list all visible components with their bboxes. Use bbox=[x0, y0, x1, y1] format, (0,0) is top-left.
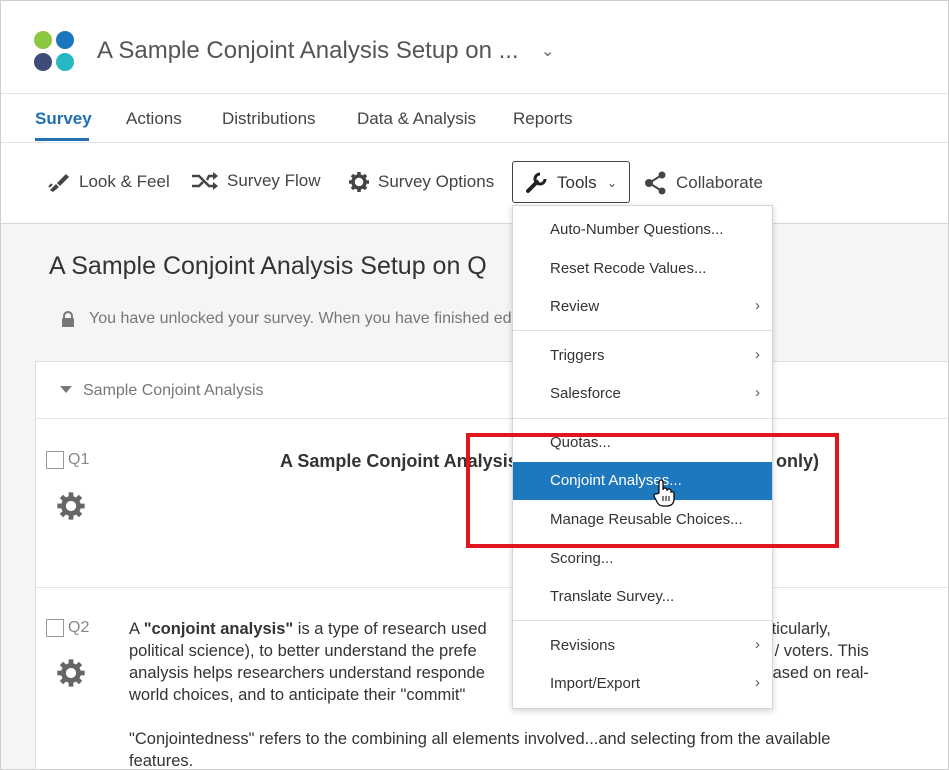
unlock-notice: You have unlocked your survey. When you … bbox=[61, 310, 515, 328]
chevron-down-icon[interactable]: ⌄ bbox=[541, 41, 554, 61]
block-header[interactable]: Sample Conjoint Analysis bbox=[36, 362, 948, 419]
collapse-triangle-icon[interactable] bbox=[60, 386, 72, 393]
survey-options-button[interactable]: Survey Options bbox=[348, 171, 494, 193]
menu-divider bbox=[513, 620, 772, 621]
gear-icon bbox=[349, 172, 369, 192]
collaborate-label: Collaborate bbox=[676, 173, 763, 192]
question-body-line[interactable]: A "conjoint analysis" is a type of resea… bbox=[129, 618, 487, 640]
question-checkbox[interactable] bbox=[46, 451, 64, 469]
survey-flow-label: Survey Flow bbox=[227, 171, 321, 190]
menu-item-revisions[interactable]: Revisions › bbox=[513, 627, 772, 665]
menu-item-label: Revisions bbox=[550, 637, 616, 654]
menu-item-triggers[interactable]: Triggers › bbox=[513, 337, 772, 375]
question-checkbox[interactable] bbox=[46, 619, 64, 637]
app-window: A Sample Conjoint Analysis Setup on ... … bbox=[0, 0, 949, 770]
survey-flow-button[interactable]: Survey Flow bbox=[191, 171, 321, 191]
logo-dot-navy bbox=[34, 53, 52, 71]
survey-title[interactable]: A Sample Conjoint Analysis Setup on Q bbox=[49, 252, 487, 281]
survey-toolbar: Look & Feel Survey Flow Survey Options T… bbox=[1, 143, 948, 224]
look-feel-label: Look & Feel bbox=[79, 172, 170, 191]
survey-block: Sample Conjoint Analysis Q1 A Sample Con… bbox=[35, 361, 948, 769]
question-body-line[interactable]: analysis helps researchers understand re… bbox=[129, 662, 485, 684]
menu-divider bbox=[513, 330, 772, 331]
look-feel-button[interactable]: Look & Feel bbox=[47, 171, 170, 193]
question-body-line[interactable]: "Conjointedness" refers to the combining… bbox=[129, 728, 830, 750]
chevron-right-icon: › bbox=[755, 674, 760, 691]
tools-button[interactable]: Tools ⌄ bbox=[512, 161, 630, 203]
text-run: is a type of research used bbox=[293, 620, 487, 638]
logo-dot-teal bbox=[56, 53, 74, 71]
paintbrush-icon bbox=[48, 174, 69, 192]
menu-item-label: Reset Recode Values... bbox=[550, 260, 707, 277]
menu-item-review[interactable]: Review › bbox=[513, 288, 772, 326]
menu-item-label: Triggers bbox=[550, 347, 605, 364]
tab-distributions[interactable]: Distributions bbox=[222, 109, 316, 129]
survey-options-label: Survey Options bbox=[378, 172, 495, 191]
menu-item-label: Scoring... bbox=[550, 550, 614, 567]
menu-item-auto-number[interactable]: Auto-Number Questions... bbox=[513, 211, 772, 249]
tab-actions[interactable]: Actions bbox=[126, 109, 182, 129]
text-run: A bbox=[129, 620, 144, 638]
menu-divider bbox=[513, 418, 772, 419]
tab-survey[interactable]: Survey bbox=[35, 109, 92, 129]
menu-item-label: Review bbox=[550, 298, 600, 315]
menu-item-translate-survey[interactable]: Translate Survey... bbox=[513, 578, 772, 616]
project-title[interactable]: A Sample Conjoint Analysis Setup on ... bbox=[97, 37, 519, 65]
chevron-right-icon: › bbox=[755, 346, 760, 363]
question-body-line[interactable]: political science), to better understand… bbox=[129, 640, 477, 662]
chevron-right-icon: › bbox=[755, 636, 760, 653]
lock-icon bbox=[62, 311, 74, 327]
tab-data-analysis[interactable]: Data & Analysis bbox=[357, 109, 476, 129]
logo-dot-green bbox=[34, 31, 52, 49]
chevron-right-icon: › bbox=[755, 297, 760, 314]
menu-item-label: Salesforce bbox=[550, 385, 621, 402]
menu-item-label: Import/Export bbox=[550, 675, 641, 692]
menu-item-salesforce[interactable]: Salesforce › bbox=[513, 375, 772, 413]
share-icon bbox=[645, 171, 666, 195]
gear-icon[interactable] bbox=[56, 658, 86, 688]
bold-term: "conjoint analysis" bbox=[143, 620, 294, 638]
chevron-right-icon: › bbox=[755, 384, 760, 401]
block-name: Sample Conjoint Analysis bbox=[83, 382, 264, 399]
wrench-icon bbox=[526, 172, 547, 193]
chevron-down-icon: ⌄ bbox=[607, 176, 618, 190]
menu-item-reset-recode[interactable]: Reset Recode Values... bbox=[513, 250, 772, 288]
menu-item-import-export[interactable]: Import/Export › bbox=[513, 665, 772, 703]
main-tabs: Survey Actions Distributions Data & Anal… bbox=[1, 94, 948, 143]
question-q2[interactable]: Q2 A "conjoint analysis" is a type of re… bbox=[36, 588, 948, 769]
shuffle-icon bbox=[192, 172, 218, 190]
logo-dot-blue bbox=[56, 31, 74, 49]
qualtrics-logo[interactable] bbox=[34, 31, 76, 73]
question-number: Q1 bbox=[68, 451, 90, 468]
gear-icon[interactable] bbox=[56, 491, 86, 521]
active-tab-indicator bbox=[35, 138, 89, 141]
app-header: A Sample Conjoint Analysis Setup on ... … bbox=[1, 1, 948, 94]
menu-item-label: Auto-Number Questions... bbox=[550, 221, 724, 238]
question-number: Q2 bbox=[68, 619, 90, 636]
tools-label: Tools bbox=[557, 173, 597, 192]
question-body-line[interactable]: world choices, and to anticipate their "… bbox=[129, 684, 465, 706]
collaborate-button[interactable]: Collaborate bbox=[644, 171, 763, 195]
hand-cursor-icon bbox=[653, 479, 675, 507]
unlock-notice-text: You have unlocked your survey. When you … bbox=[89, 310, 516, 327]
tab-reports[interactable]: Reports bbox=[513, 109, 573, 129]
question-body-line[interactable]: features. bbox=[129, 750, 193, 769]
menu-item-label: Translate Survey... bbox=[550, 588, 675, 605]
